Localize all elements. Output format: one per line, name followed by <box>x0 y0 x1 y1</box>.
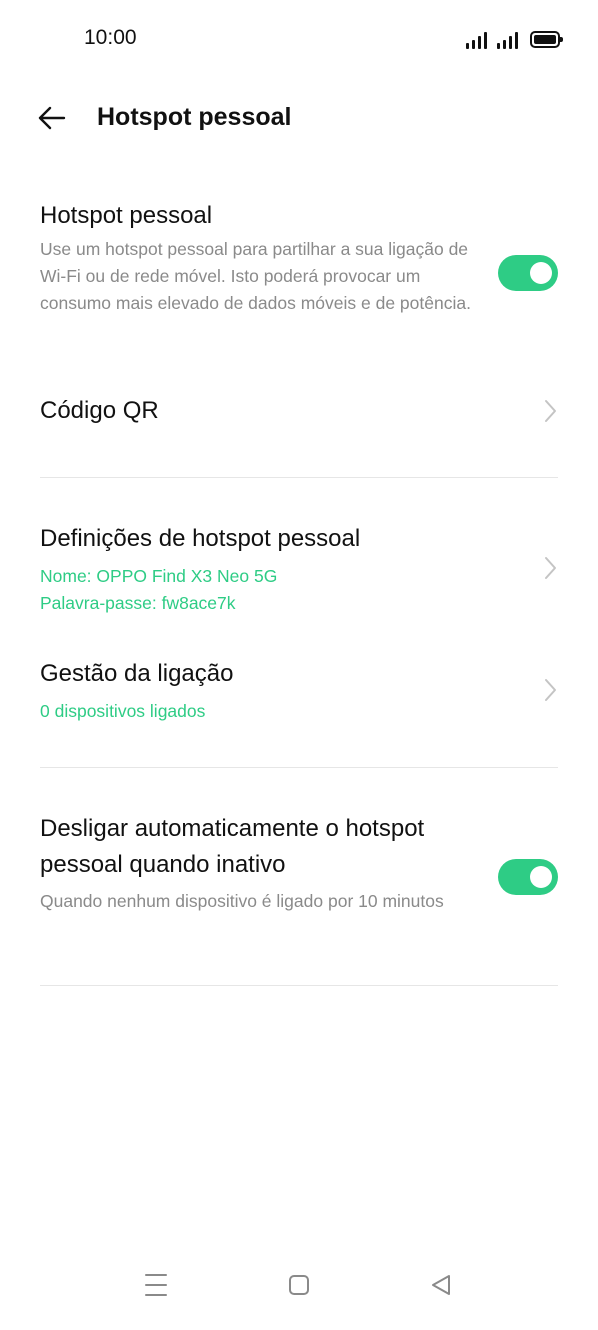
home-button[interactable] <box>274 1260 324 1310</box>
auto-off-title: Desligar automaticamente o hotspot pesso… <box>40 815 425 878</box>
menu-icon <box>145 1274 167 1296</box>
status-icons <box>466 27 563 49</box>
recent-apps-button[interactable] <box>131 1260 181 1310</box>
hotspot-name: Nome: OPPO Find X3 Neo 5G <box>40 566 278 586</box>
back-button[interactable] <box>30 98 74 138</box>
chevron-right-icon <box>545 400 556 422</box>
divider <box>40 985 558 986</box>
hotspot-settings-title: Definições de hotspot pessoal <box>40 525 361 552</box>
auto-off-row[interactable]: Desligar automaticamente o hotspot pesso… <box>40 811 558 915</box>
hotspot-title: Hotspot pessoal <box>40 202 213 229</box>
hotspot-password: Palavra-passe: fw8ace7k <box>40 593 236 613</box>
status-time: 10:00 <box>84 26 137 49</box>
auto-off-description: Quando nenhum dispositivo é ligado por 1… <box>40 891 444 911</box>
signal-icon-sim1 <box>466 31 487 49</box>
connected-devices-count: 0 dispositivos ligados <box>40 701 206 721</box>
arrow-left-icon <box>38 106 66 130</box>
connection-management-title: Gestão da ligação <box>40 660 234 687</box>
connection-management-row[interactable]: Gestão da ligação 0 dispositivos ligados <box>40 656 558 725</box>
auto-off-toggle[interactable] <box>498 859 558 895</box>
chevron-right-icon <box>545 557 556 579</box>
battery-icon <box>530 31 563 48</box>
divider <box>40 477 558 478</box>
square-icon <box>289 1275 309 1295</box>
navigation-bar <box>0 1250 598 1330</box>
qr-code-title: Código QR <box>40 397 159 424</box>
header: Hotspot pessoal <box>0 90 598 146</box>
status-bar: 10:00 <box>0 0 598 76</box>
page-title: Hotspot pessoal <box>97 103 292 131</box>
qr-code-row[interactable]: Código QR <box>40 393 558 429</box>
hotspot-toggle[interactable] <box>498 255 558 291</box>
triangle-back-icon <box>432 1275 450 1295</box>
hotspot-row[interactable]: Hotspot pessoal Use um hotspot pessoal p… <box>40 198 558 317</box>
hotspot-settings-row[interactable]: Definições de hotspot pessoal Nome: OPPO… <box>40 521 558 617</box>
hotspot-description: Use um hotspot pessoal para partilhar a … <box>40 239 471 313</box>
divider <box>40 767 558 768</box>
system-back-button[interactable] <box>416 1260 466 1310</box>
chevron-right-icon <box>545 679 556 701</box>
signal-icon-sim2 <box>497 31 518 49</box>
